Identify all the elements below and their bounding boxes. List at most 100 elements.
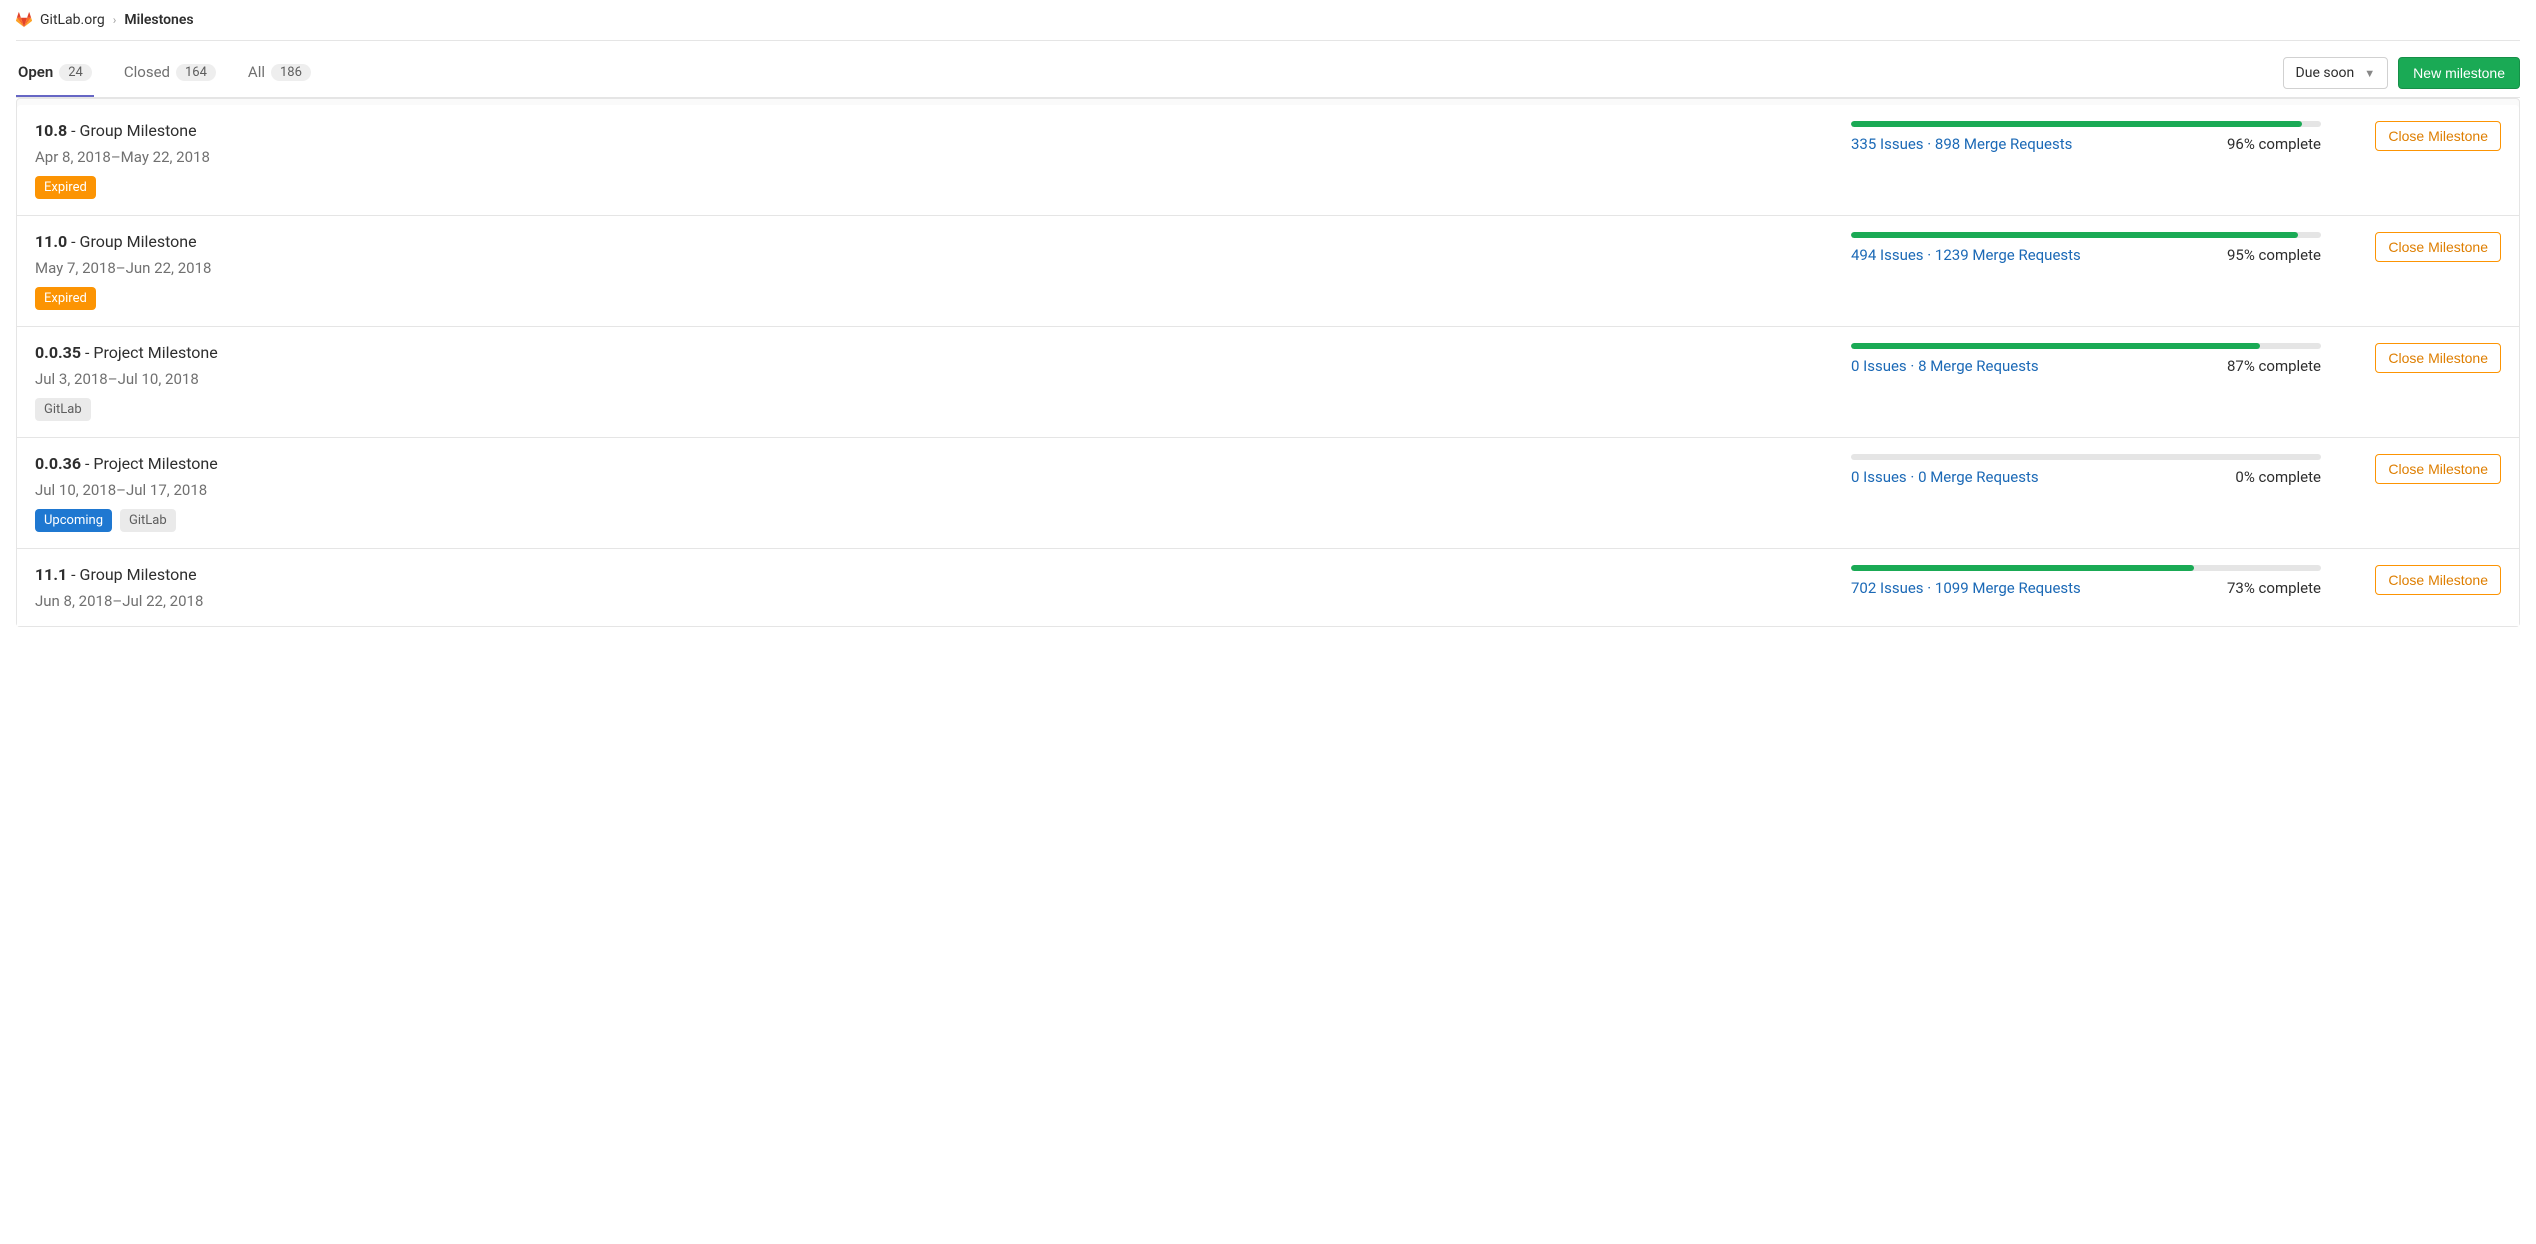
milestone-left: 11.0 - Group Milestone May 7, 2018–Jun 22… <box>35 232 1831 310</box>
milestone-stats: 0 Issues · 0 Merge Requests0% complete <box>1851 468 2321 486</box>
milestone-dates: Apr 8, 2018–May 22, 2018 <box>35 148 1831 166</box>
tab-all-count: 186 <box>271 64 311 81</box>
breadcrumb-group-link[interactable]: GitLab.org <box>40 12 105 28</box>
milestone-complete: 96% complete <box>2227 135 2321 153</box>
milestone-scope: Group Milestone <box>80 565 197 584</box>
milestone-progress-block: 702 Issues · 1099 Merge Requests 73% comp… <box>1851 565 2321 597</box>
tab-all-label: All <box>248 63 265 81</box>
milestone-links: 494 Issues · 1239 Merge Requests <box>1851 246 2081 264</box>
tabs: Open 24 Closed 164 All 186 <box>16 49 313 97</box>
milestone-left: 11.1 - Group Milestone Jun 8, 2018–Jul 22… <box>35 565 1831 610</box>
close-milestone-button[interactable]: Close Milestone <box>2375 232 2501 262</box>
project-badge[interactable]: GitLab <box>120 509 176 532</box>
milestone-complete: 87% complete <box>2227 357 2321 375</box>
breadcrumb: GitLab.org › Milestones <box>16 0 2520 40</box>
close-milestone-button[interactable]: Close Milestone <box>2375 454 2501 484</box>
milestone-title[interactable]: 11.1 - Group Milestone <box>35 565 1831 584</box>
milestone-scope: Group Milestone <box>80 121 197 140</box>
dash: - <box>81 454 93 473</box>
progress-fill <box>1851 121 2302 127</box>
milestone-dates: Jun 8, 2018–Jul 22, 2018 <box>35 592 1831 610</box>
milestone-links: 0 Issues · 8 Merge Requests <box>1851 357 2039 375</box>
dash: - <box>67 565 79 584</box>
tab-open-count: 24 <box>59 64 92 81</box>
milestone-title[interactable]: 0.0.36 - Project Milestone <box>35 454 1831 473</box>
milestone-version: 10.8 <box>35 121 67 140</box>
tab-closed[interactable]: Closed 164 <box>122 49 218 97</box>
progress-fill <box>1851 232 2298 238</box>
close-milestone-button[interactable]: Close Milestone <box>2375 343 2501 373</box>
milestone-links: 0 Issues · 0 Merge Requests <box>1851 468 2039 486</box>
milestone-title[interactable]: 10.8 - Group Milestone <box>35 121 1831 140</box>
tab-open-label: Open <box>18 63 53 81</box>
progress-bar <box>1851 454 2321 460</box>
milestone-actions: Close Milestone <box>2341 121 2501 151</box>
milestone-complete: 73% complete <box>2227 579 2321 597</box>
milestone-actions: Close Milestone <box>2341 343 2501 373</box>
close-milestone-button[interactable]: Close Milestone <box>2375 565 2501 595</box>
tab-open[interactable]: Open 24 <box>16 49 94 97</box>
milestone-dates: Jul 3, 2018–Jul 10, 2018 <box>35 370 1831 388</box>
issues-link[interactable]: 335 Issues <box>1851 135 1924 153</box>
milestone-progress-block: 335 Issues · 898 Merge Requests 96% compl… <box>1851 121 2321 153</box>
milestone-scope: Project Milestone <box>93 343 217 362</box>
dot-separator: · <box>1924 579 1935 597</box>
merge-requests-link[interactable]: 8 Merge Requests <box>1918 357 2039 375</box>
progress-fill <box>1851 343 2260 349</box>
issues-link[interactable]: 702 Issues <box>1851 579 1924 597</box>
dot-separator: · <box>1907 468 1918 486</box>
milestone-row: 0.0.36 - Project Milestone Jul 10, 2018–J… <box>17 438 2519 549</box>
milestone-left: 0.0.35 - Project Milestone Jul 3, 2018–Ju… <box>35 343 1831 421</box>
milestone-title[interactable]: 11.0 - Group Milestone <box>35 232 1831 251</box>
merge-requests-link[interactable]: 1239 Merge Requests <box>1935 246 2081 264</box>
milestone-version: 11.0 <box>35 232 67 251</box>
issues-link[interactable]: 0 Issues <box>1851 468 1907 486</box>
expired-badge: Expired <box>35 287 96 310</box>
milestone-dates: May 7, 2018–Jun 22, 2018 <box>35 259 1831 277</box>
close-milestone-button[interactable]: Close Milestone <box>2375 121 2501 151</box>
dot-separator: · <box>1907 357 1918 375</box>
milestone-dates: Jul 10, 2018–Jul 17, 2018 <box>35 481 1831 499</box>
milestone-list: 10.8 - Group Milestone Apr 8, 2018–May 22… <box>16 98 2520 627</box>
milestone-title[interactable]: 0.0.35 - Project Milestone <box>35 343 1831 362</box>
upcoming-badge: Upcoming <box>35 509 112 532</box>
milestone-stats: 702 Issues · 1099 Merge Requests 73% comp… <box>1851 579 2321 597</box>
merge-requests-link[interactable]: 0 Merge Requests <box>1918 468 2039 486</box>
milestone-links: 335 Issues · 898 Merge Requests <box>1851 135 2072 153</box>
milestone-stats: 0 Issues · 8 Merge Requests 87% complete <box>1851 357 2321 375</box>
merge-requests-link[interactable]: 1099 Merge Requests <box>1935 579 2081 597</box>
dash: - <box>81 343 93 362</box>
breadcrumb-current: Milestones <box>124 12 193 28</box>
milestone-version: 11.1 <box>35 565 67 584</box>
milestone-badges: GitLab <box>35 398 1831 421</box>
tabs-row: Open 24 Closed 164 All 186 Due soon ▼ Ne… <box>16 49 2520 97</box>
milestone-row: 11.0 - Group Milestone May 7, 2018–Jun 22… <box>17 216 2519 327</box>
milestone-progress-block: 494 Issues · 1239 Merge Requests 95% comp… <box>1851 232 2321 264</box>
progress-bar <box>1851 232 2321 238</box>
dash: - <box>67 121 79 140</box>
sort-dropdown[interactable]: Due soon ▼ <box>2283 57 2389 89</box>
milestone-links: 702 Issues · 1099 Merge Requests <box>1851 579 2081 597</box>
gitlab-logo-icon <box>16 12 32 28</box>
milestone-badges: Expired <box>35 176 1831 199</box>
milestone-complete: 95% complete <box>2227 246 2321 264</box>
milestone-left: 0.0.36 - Project Milestone Jul 10, 2018–J… <box>35 454 1831 532</box>
new-milestone-button[interactable]: New milestone <box>2398 57 2520 89</box>
project-badge[interactable]: GitLab <box>35 398 91 421</box>
milestone-scope: Project Milestone <box>93 454 217 473</box>
milestone-actions: Close Milestone <box>2341 232 2501 262</box>
dash: - <box>67 232 79 251</box>
milestone-actions: Close Milestone <box>2341 565 2501 595</box>
issues-link[interactable]: 0 Issues <box>1851 357 1907 375</box>
milestone-progress-block: 0 Issues · 8 Merge Requests 87% complete <box>1851 343 2321 375</box>
chevron-down-icon: ▼ <box>2364 67 2375 80</box>
milestone-badges: Upcoming GitLab <box>35 509 1831 532</box>
progress-bar <box>1851 121 2321 127</box>
tab-all[interactable]: All 186 <box>246 49 313 97</box>
progress-bar <box>1851 565 2321 571</box>
tab-closed-label: Closed <box>124 63 170 81</box>
milestone-row: 0.0.35 - Project Milestone Jul 3, 2018–Ju… <box>17 327 2519 438</box>
issues-link[interactable]: 494 Issues <box>1851 246 1924 264</box>
milestone-progress-block: 0 Issues · 0 Merge Requests0% complete <box>1851 454 2321 486</box>
merge-requests-link[interactable]: 898 Merge Requests <box>1935 135 2072 153</box>
